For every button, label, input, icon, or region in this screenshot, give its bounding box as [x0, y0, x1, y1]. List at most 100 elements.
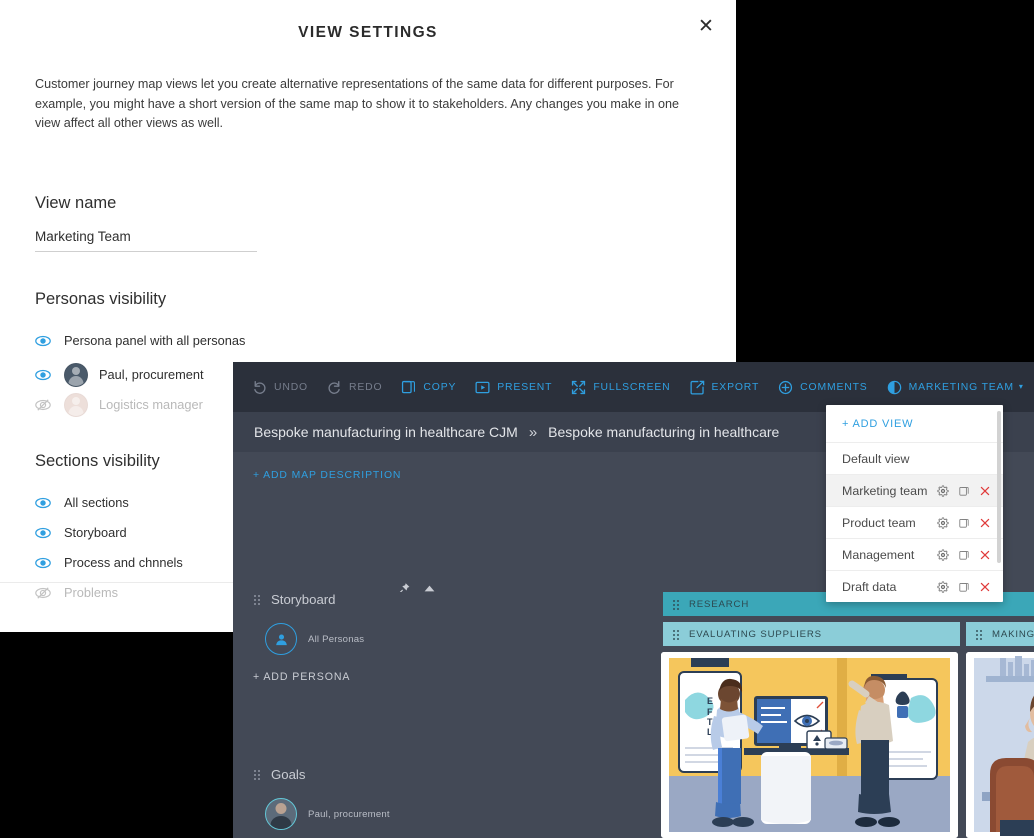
personas-column-1: Paul, procurement Logistics manager: [35, 360, 258, 420]
comments-icon: [777, 379, 794, 396]
section-label: Storyboard: [64, 525, 127, 540]
view-item-actions: [937, 517, 991, 529]
stage-label: RESEARCH: [689, 598, 750, 610]
add-map-description-button[interactable]: + ADD MAP DESCRIPTION: [253, 470, 401, 481]
persona-label: Logistics manager: [99, 397, 203, 412]
add-persona-button[interactable]: + ADD PERSONA: [233, 671, 427, 683]
export-icon: [689, 379, 706, 396]
substage-label: EVALUATING SUPPLIERS: [689, 628, 822, 640]
close-icon[interactable]: ✕: [692, 13, 720, 41]
view-item-label: Management: [842, 547, 915, 562]
breadcrumb-separator-icon: »: [528, 423, 538, 441]
eye-icon[interactable]: [35, 495, 51, 511]
section-label: Process and chnnels: [64, 555, 183, 570]
view-item-product-team[interactable]: Product team: [826, 507, 1003, 539]
eye-off-icon[interactable]: [35, 585, 51, 601]
persona-row-logistics[interactable]: Logistics manager: [35, 390, 258, 420]
substage-evaluating-suppliers[interactable]: EVALUATING SUPPLIERS: [663, 622, 960, 646]
duplicate-icon[interactable]: [958, 549, 970, 561]
substage-making-a-decision[interactable]: MAKING A DE: [966, 622, 1034, 646]
row-label-storyboard[interactable]: Storyboard: [233, 592, 427, 607]
delete-icon[interactable]: [979, 485, 991, 497]
page-title: VIEW SETTINGS: [298, 24, 438, 41]
present-icon: [474, 379, 491, 396]
export-label: EXPORT: [711, 381, 760, 393]
duplicate-icon[interactable]: [958, 517, 970, 529]
breadcrumb-current: Bespoke manufacturing in healthcare: [548, 424, 780, 440]
avatar: [64, 392, 88, 417]
view-item-label: Default view: [842, 451, 910, 466]
section-label: Problems: [64, 585, 119, 600]
dropdown-scrollbar[interactable]: [997, 411, 1001, 563]
eye-off-icon[interactable]: [35, 397, 51, 413]
persona-panel-row-group: Persona panel with all personas: [35, 326, 706, 356]
drag-handle-icon[interactable]: [672, 628, 680, 640]
view-item-default[interactable]: Default view: [826, 443, 1003, 475]
view-item-actions: [937, 581, 991, 593]
eye-icon[interactable]: [35, 367, 51, 383]
toggle-persona-panel[interactable]: Persona panel with all personas: [35, 326, 706, 356]
duplicate-icon[interactable]: [958, 485, 970, 497]
persona-panel-label: Persona panel with all personas: [64, 333, 246, 348]
view-item-management[interactable]: Management: [826, 539, 1003, 571]
drag-handle-icon[interactable]: [672, 598, 680, 610]
redo-label: REDO: [349, 381, 383, 393]
view-item-marketing-team[interactable]: Marketing team: [826, 475, 1003, 507]
add-view-button[interactable]: + ADD VIEW: [826, 405, 1003, 443]
row-name: Storyboard: [271, 592, 336, 607]
persona-label: Paul, procurement: [99, 367, 204, 382]
storyboard-card-1[interactable]: EFTL: [661, 652, 958, 838]
present-button[interactable]: PRESENT: [474, 362, 552, 412]
row-name: Goals: [271, 767, 306, 782]
view-name-input[interactable]: [35, 228, 257, 252]
fullscreen-button[interactable]: FULLSCREEN: [570, 362, 670, 412]
row-persona-all[interactable]: All Personas: [233, 623, 427, 655]
drag-handle-icon[interactable]: [253, 769, 261, 780]
row-labels-column: Storyboard All Personas + ADD PERSONA Go…: [233, 592, 427, 838]
undo-label: UNDO: [274, 381, 308, 393]
chevron-down-icon[interactable]: ▾: [1019, 383, 1024, 391]
view-item-actions: [937, 549, 991, 561]
delete-icon[interactable]: [979, 549, 991, 561]
modal-description: Customer journey map views let you creat…: [35, 77, 680, 130]
gear-icon[interactable]: [937, 549, 949, 561]
delete-icon[interactable]: [979, 517, 991, 529]
duplicate-icon[interactable]: [958, 581, 970, 593]
delete-icon[interactable]: [979, 581, 991, 593]
view-item-label: Product team: [842, 515, 916, 530]
avatar: [64, 362, 88, 387]
present-label: PRESENT: [497, 381, 553, 393]
gear-icon[interactable]: [937, 485, 949, 497]
personas-visibility-heading: Personas visibility: [35, 289, 167, 308]
row-label-goals[interactable]: Goals: [233, 767, 427, 782]
section-label: All sections: [64, 495, 129, 510]
undo-icon: [251, 379, 268, 396]
view-dropdown-menu: + ADD VIEW Default view Marketing team P…: [826, 405, 1003, 602]
redo-icon: [326, 379, 343, 396]
view-item-label: Draft data: [842, 579, 897, 594]
svg-text:F: F: [707, 707, 713, 717]
eye-icon[interactable]: [35, 525, 51, 541]
persona-row-paul[interactable]: Paul, procurement: [35, 360, 258, 390]
storyboard-card-2[interactable]: Contact lenses: [966, 652, 1034, 838]
eye-icon[interactable]: [35, 555, 51, 571]
view-item-draft-data[interactable]: Draft data: [826, 571, 1003, 602]
drag-handle-icon[interactable]: [253, 594, 261, 605]
drag-handle-icon[interactable]: [975, 628, 983, 640]
persona-chip-label: All Personas: [308, 633, 365, 645]
undo-button[interactable]: UNDO: [251, 362, 308, 412]
redo-button[interactable]: REDO: [326, 362, 382, 412]
copy-button[interactable]: COPY: [400, 362, 456, 412]
all-personas-icon: [265, 623, 297, 655]
breadcrumb-root[interactable]: Bespoke manufacturing in healthcare CJM: [254, 424, 518, 440]
avatar: [265, 798, 297, 830]
view-item-actions: [937, 485, 991, 497]
gear-icon[interactable]: [937, 581, 949, 593]
row-persona-paul[interactable]: Paul, procurement: [233, 798, 427, 830]
eye-icon[interactable]: [35, 333, 51, 349]
export-button[interactable]: EXPORT: [689, 362, 760, 412]
persona-chip-label: Paul, procurement: [308, 808, 390, 820]
clinic-consultation-illustration: EFTL: [661, 652, 958, 838]
gear-icon[interactable]: [937, 517, 949, 529]
copy-icon: [400, 379, 417, 396]
